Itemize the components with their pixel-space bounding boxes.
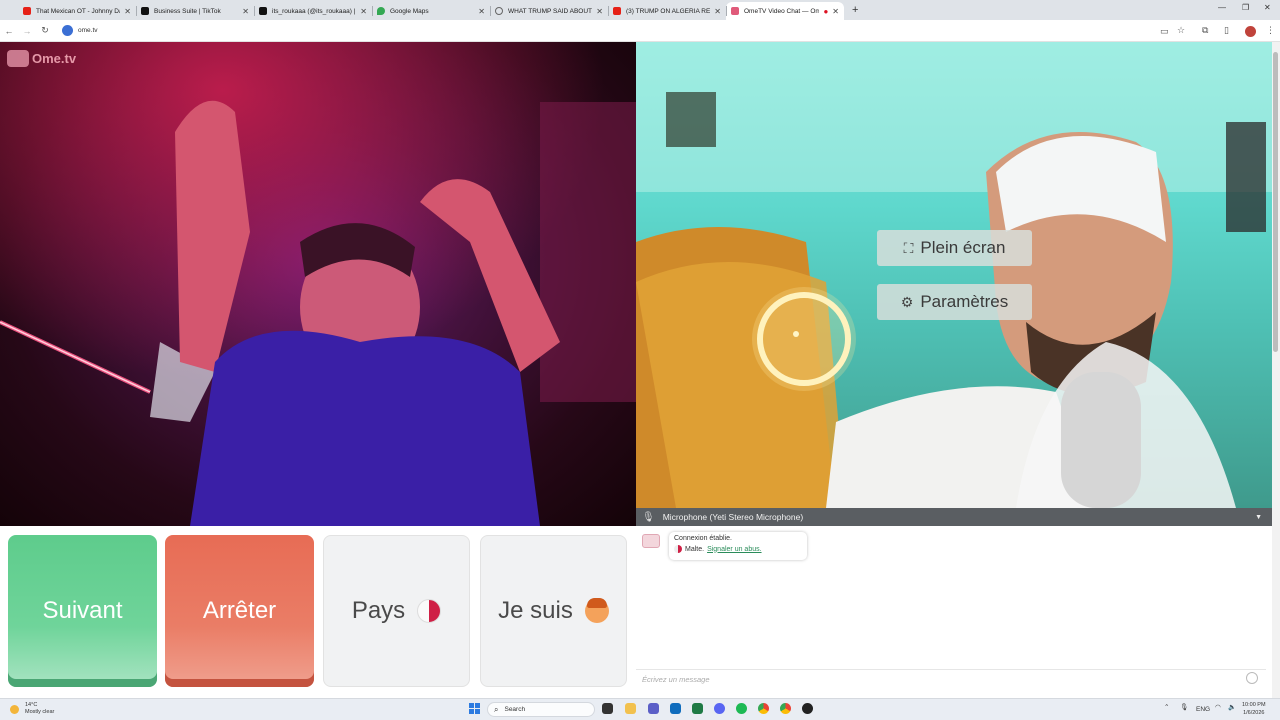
scrollbar-thumb[interactable] bbox=[1273, 52, 1278, 352]
volume-icon[interactable]: 🔈 bbox=[1228, 703, 1236, 711]
url-field[interactable]: ome.tv bbox=[78, 27, 98, 34]
sidebar-icon[interactable]: ▯ bbox=[1224, 25, 1229, 36]
close-icon[interactable]: ✕ bbox=[124, 7, 131, 16]
extensions-icon[interactable]: ⧉ bbox=[1202, 25, 1208, 36]
profile-avatar[interactable] bbox=[1245, 26, 1256, 37]
new-tab-button[interactable]: + bbox=[852, 4, 858, 16]
browser-tab[interactable]: Business Suite | TikTok ✕ bbox=[136, 2, 254, 20]
forward-icon[interactable]: → bbox=[18, 26, 36, 36]
tiktok-icon bbox=[259, 7, 267, 15]
close-icon[interactable]: ✕ bbox=[714, 7, 721, 16]
wifi-icon[interactable]: ◠ bbox=[1215, 703, 1221, 711]
gear-icon: ⚙ bbox=[900, 293, 914, 310]
microphone-select[interactable]: 🎙 Microphone (Yeti Stereo Microphone) ▼ bbox=[636, 508, 1272, 526]
chrome-icon[interactable] bbox=[758, 703, 769, 714]
malta-flag-icon bbox=[417, 599, 442, 623]
close-icon[interactable]: ✕ bbox=[832, 7, 839, 16]
address-bar: ← → ↻ ome.tv bbox=[0, 20, 1280, 42]
youtube-icon bbox=[613, 7, 621, 15]
cast-icon[interactable]: ▭ bbox=[1160, 26, 1169, 37]
youtube-icon bbox=[23, 7, 31, 15]
microphone-icon[interactable]: 🎙 bbox=[1180, 703, 1188, 711]
excel-icon[interactable] bbox=[692, 703, 703, 714]
search-icon: ⌕ bbox=[494, 704, 499, 714]
browser-tab[interactable]: its_roukaaa (@its_roukaaa) | TikTok✕ bbox=[254, 2, 372, 20]
fullscreen-icon: ⛶ bbox=[903, 239, 914, 256]
moon-icon bbox=[10, 704, 19, 714]
browser-tab[interactable]: WHAT TRUMP SAID ABOUT ALGERIA✕ bbox=[490, 2, 608, 20]
bookmark-star-icon[interactable]: ☆ bbox=[1177, 25, 1185, 36]
minimize-icon[interactable]: — bbox=[1218, 3, 1226, 12]
reload-icon[interactable]: ↻ bbox=[36, 25, 54, 36]
file-explorer-icon[interactable] bbox=[625, 703, 636, 714]
emoji-icon[interactable] bbox=[1246, 672, 1258, 684]
teams-icon[interactable] bbox=[648, 703, 659, 714]
country-button[interactable]: Pays bbox=[323, 535, 470, 687]
taskbar-search[interactable]: ⌕ Search bbox=[487, 702, 595, 717]
clock[interactable]: 10:00 PM 1/6/2026 bbox=[1242, 701, 1266, 717]
settings-button[interactable]: ⚙ Paramètres bbox=[877, 284, 1032, 320]
maps-pin-icon bbox=[377, 7, 385, 15]
stranger-video-frame bbox=[0, 42, 636, 526]
partner-country: Malte. bbox=[685, 545, 705, 553]
microphone-icon: 🎙 bbox=[642, 511, 655, 523]
report-abuse-link[interactable]: Signaler un abus. bbox=[707, 546, 761, 553]
next-button[interactable]: Suivant bbox=[8, 535, 157, 687]
close-icon[interactable]: ✕ bbox=[596, 7, 603, 16]
connection-status: Connexion établie. bbox=[674, 535, 732, 542]
outlook-icon[interactable] bbox=[670, 703, 681, 714]
browser-tab[interactable]: (3) TRUMP ON ALGERIA REGIME✕ bbox=[608, 2, 726, 20]
weather-widget[interactable]: 14°C Mostly clear bbox=[10, 702, 54, 716]
discord-icon[interactable] bbox=[714, 703, 725, 714]
site-info-icon[interactable] bbox=[62, 25, 73, 36]
page-scrollbar[interactable] bbox=[1272, 42, 1280, 698]
fullscreen-button[interactable]: ⛶ Plein écran bbox=[877, 230, 1032, 266]
close-icon[interactable]: ✕ bbox=[242, 7, 249, 16]
self-video-frame bbox=[636, 42, 1272, 508]
menu-icon[interactable]: ⋮ bbox=[1266, 25, 1275, 36]
browser-tab[interactable]: That Mexican OT - Johnny Dang✕ bbox=[18, 2, 136, 20]
browser-tab-active[interactable]: OmeTV Video Chat — Ome ● ✕ bbox=[726, 2, 844, 20]
obs-icon[interactable] bbox=[802, 703, 813, 714]
language-indicator[interactable]: ENG bbox=[1196, 706, 1210, 713]
chat-panel: Connexion établie. Malte. Signaler un ab… bbox=[636, 526, 1272, 689]
close-window-icon[interactable]: ✕ bbox=[1264, 3, 1271, 12]
malta-flag-icon bbox=[674, 545, 682, 553]
chrome-icon[interactable] bbox=[780, 703, 791, 714]
recording-icon: ● bbox=[823, 6, 829, 16]
stop-button[interactable]: Arrêter bbox=[165, 535, 314, 687]
gender-button[interactable]: Je suis bbox=[480, 535, 627, 687]
stranger-video bbox=[0, 42, 636, 526]
ometv-logo: Ome.tv bbox=[7, 50, 76, 67]
browser-tab[interactable]: Google Maps ✕ bbox=[372, 2, 490, 20]
tiktok-icon bbox=[141, 7, 149, 15]
system-message: Connexion établie. Malte. Signaler un ab… bbox=[669, 532, 807, 560]
chevron-down-icon: ▼ bbox=[1255, 513, 1262, 521]
windows-taskbar: 14°C Mostly clear ⌕ Search ⌃ 🎙 ENG ◠ 🔈 10… bbox=[0, 698, 1280, 720]
windows-start-icon[interactable] bbox=[469, 703, 480, 714]
close-icon[interactable]: ✕ bbox=[478, 7, 485, 16]
ometv-logo-icon bbox=[642, 534, 660, 548]
ometv-logo-icon bbox=[7, 50, 29, 67]
task-view-icon[interactable] bbox=[602, 703, 613, 714]
chevron-up-icon[interactable]: ⌃ bbox=[1164, 703, 1169, 711]
browser-tab-bar: That Mexican OT - Johnny Dang✕ Business … bbox=[0, 0, 1280, 20]
self-video bbox=[636, 42, 1272, 508]
ometv-icon bbox=[731, 7, 739, 15]
message-input[interactable]: Écrivez un message bbox=[636, 669, 1266, 687]
restore-icon[interactable]: ❐ bbox=[1242, 3, 1249, 12]
boy-icon bbox=[584, 598, 609, 623]
back-icon[interactable]: ← bbox=[0, 26, 18, 36]
globe-icon bbox=[495, 7, 503, 15]
spotify-icon[interactable] bbox=[736, 703, 747, 714]
close-icon[interactable]: ✕ bbox=[360, 7, 367, 16]
